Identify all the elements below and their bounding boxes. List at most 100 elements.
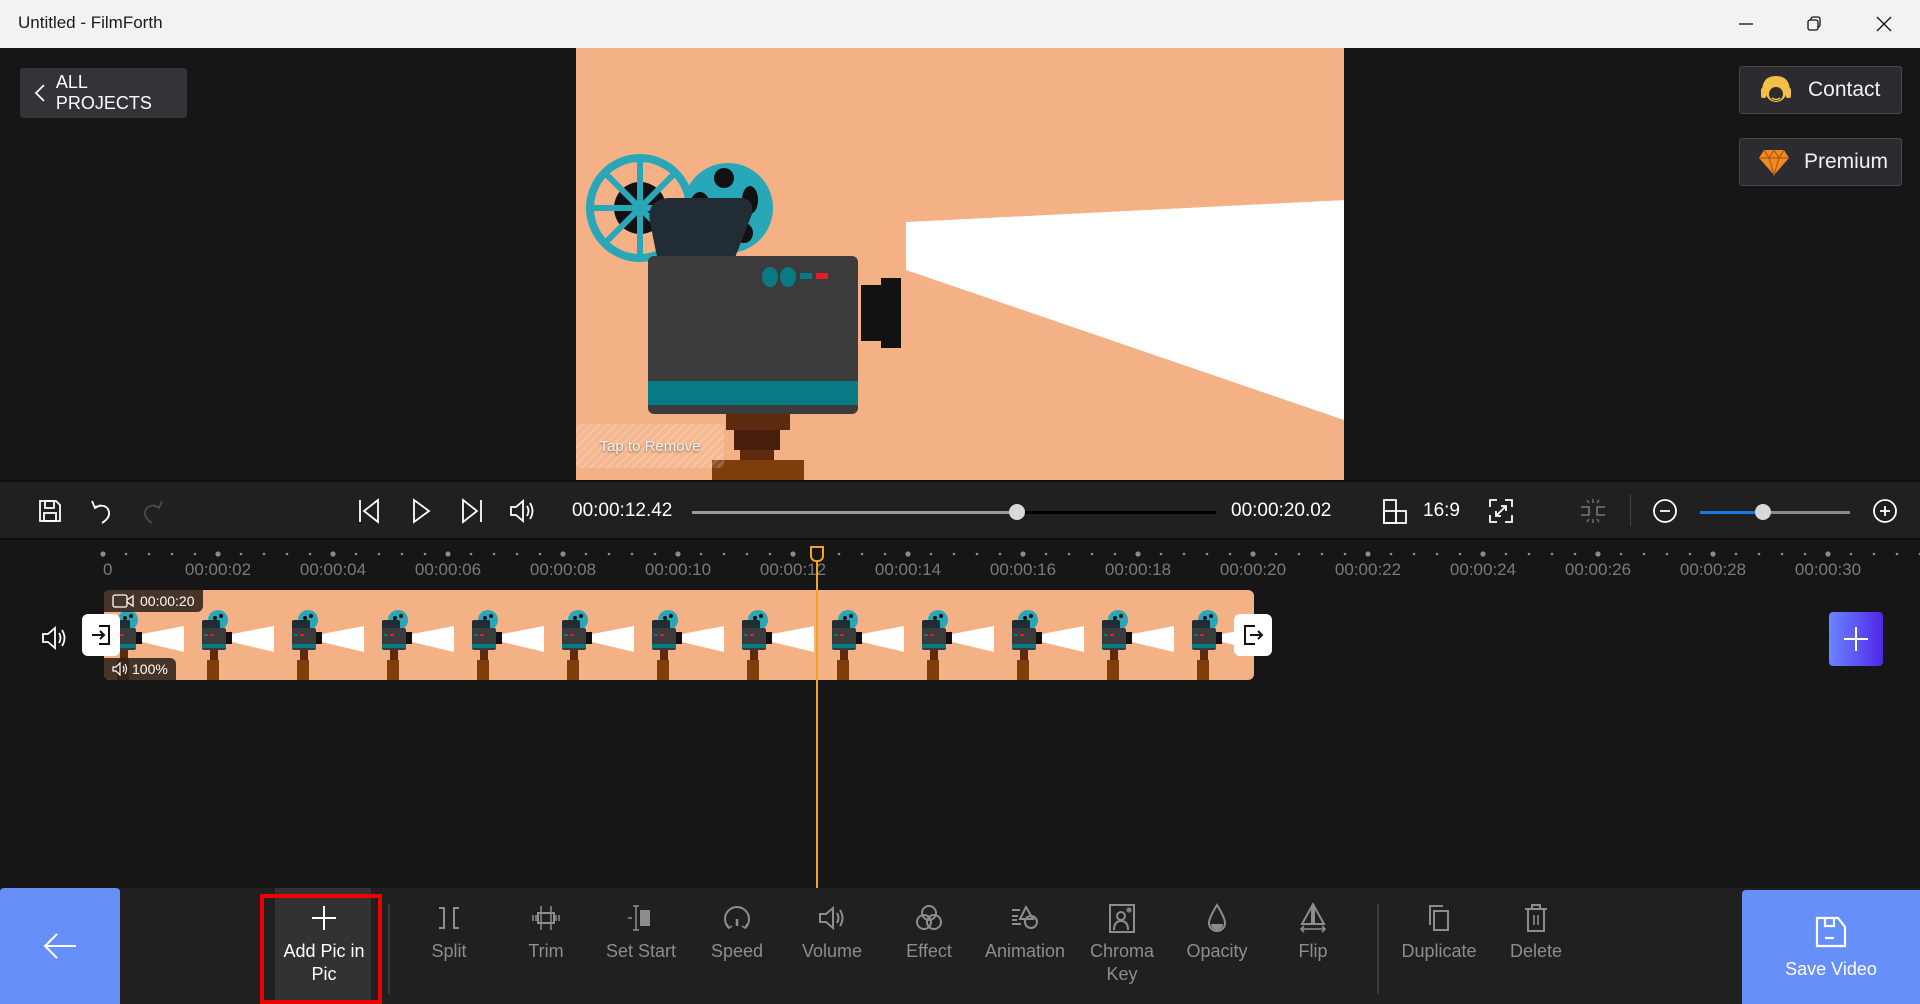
ruler-dot bbox=[538, 552, 542, 556]
clip-volume-badge: 100% bbox=[104, 658, 176, 680]
aspect-ratio-button[interactable] bbox=[1379, 496, 1409, 526]
ruler-dot bbox=[745, 552, 749, 556]
playhead-handle[interactable] bbox=[810, 546, 825, 562]
trash-icon bbox=[1525, 904, 1547, 932]
add-clip-button[interactable] bbox=[1829, 612, 1883, 666]
arrow-left-icon bbox=[43, 933, 76, 959]
plus-icon bbox=[1844, 627, 1868, 651]
clip-thumbnail bbox=[454, 590, 544, 680]
flip-icon bbox=[1299, 902, 1327, 933]
timeline-zoom-slider[interactable] bbox=[1700, 504, 1850, 520]
edit-toolbar: Add Pic in Pic Split Trim Set Start Speed Vol… bbox=[0, 888, 1920, 1004]
contact-button[interactable]: Contact bbox=[1739, 66, 1902, 114]
zoom-in-button[interactable] bbox=[1870, 496, 1900, 526]
ruler-dot bbox=[262, 552, 266, 556]
ruler-dot bbox=[998, 552, 1002, 556]
tool-opacity[interactable]: Opacity bbox=[1172, 902, 1262, 963]
ruler-dot bbox=[1710, 551, 1716, 557]
ruler-dot bbox=[423, 552, 427, 556]
video-preview[interactable]: Tap to Remove bbox=[576, 48, 1344, 480]
enter-bracket-icon bbox=[92, 625, 110, 645]
preview-stage: ALL PROJECTS Tap to Remove Contact Premi… bbox=[0, 48, 1920, 480]
skip-forward-button[interactable] bbox=[456, 496, 486, 526]
ruler-dot bbox=[1757, 552, 1761, 556]
ruler-dot bbox=[1849, 552, 1853, 556]
tick-label: 00:00:30 bbox=[1794, 560, 1862, 579]
playback-scrubber[interactable] bbox=[692, 504, 1216, 520]
tool-split[interactable]: Split bbox=[404, 902, 494, 963]
premium-button[interactable]: Premium bbox=[1739, 138, 1902, 186]
tool-add-pic-in-pic[interactable]: Add Pic in Pic bbox=[279, 902, 369, 986]
track-mute-button[interactable] bbox=[40, 624, 68, 652]
undo-button[interactable] bbox=[86, 496, 116, 526]
tool-flip[interactable]: Flip bbox=[1268, 902, 1358, 963]
tool-chroma-key[interactable]: Chroma Key bbox=[1077, 902, 1167, 986]
ruler-dot bbox=[952, 552, 956, 556]
ruler-dot bbox=[630, 552, 634, 556]
ruler-dot bbox=[1250, 551, 1256, 557]
redo-button[interactable] bbox=[138, 496, 168, 526]
premium-label: Premium bbox=[1804, 150, 1889, 173]
tool-effect[interactable]: Effect bbox=[884, 902, 974, 963]
tool-trim[interactable]: Trim bbox=[501, 902, 591, 963]
tool-duplicate[interactable]: Duplicate bbox=[1394, 902, 1484, 963]
skip-forward-icon bbox=[462, 498, 482, 524]
ruler-dot bbox=[1182, 552, 1186, 556]
clip-thumbnail bbox=[814, 590, 904, 680]
minimize-button[interactable] bbox=[1712, 0, 1780, 48]
fullscreen-button[interactable] bbox=[1486, 496, 1516, 526]
play-button[interactable] bbox=[406, 496, 436, 526]
clip-end-handle[interactable] bbox=[1234, 614, 1272, 656]
ruler-dot bbox=[147, 552, 151, 556]
save-project-button[interactable] bbox=[35, 496, 65, 526]
ruler-dot bbox=[560, 551, 566, 557]
tick-label: 00:00:06 bbox=[414, 560, 482, 579]
volume-button[interactable] bbox=[507, 496, 537, 526]
ruler-dot bbox=[860, 552, 864, 556]
save-video-button[interactable]: Save Video bbox=[1742, 890, 1920, 1004]
zoom-out-button[interactable] bbox=[1650, 496, 1680, 526]
ruler-dot bbox=[445, 551, 451, 557]
ruler-dot bbox=[1803, 552, 1807, 556]
tool-label: Flip bbox=[1298, 941, 1328, 961]
ruler-dot bbox=[193, 552, 197, 556]
zoom-in-icon bbox=[1873, 499, 1897, 523]
current-time: 00:00:12.42 bbox=[572, 500, 673, 521]
back-button[interactable] bbox=[0, 888, 120, 1004]
ruler-dot bbox=[1825, 551, 1831, 557]
skip-back-button[interactable] bbox=[355, 496, 385, 526]
timeline[interactable]: 0 00:00:02 00:00:04 00:00:06 00:00:08 00:00:1… bbox=[0, 540, 1920, 888]
ruler-dot bbox=[1205, 552, 1209, 556]
duplicate-icon bbox=[1429, 905, 1449, 931]
projector-stand bbox=[712, 460, 804, 480]
tool-volume[interactable]: Volume bbox=[787, 902, 877, 963]
tick-label: 00:00:14 bbox=[874, 560, 942, 579]
video-clip[interactable]: 00:00:20 100% bbox=[104, 590, 1254, 680]
timeline-ruler[interactable] bbox=[100, 551, 1920, 557]
tool-speed[interactable]: Speed bbox=[692, 902, 782, 963]
tool-set-start[interactable]: Set Start bbox=[596, 902, 686, 963]
light-beam bbox=[906, 200, 1344, 420]
aspect-ratio-label[interactable]: 16:9 bbox=[1423, 500, 1460, 522]
ruler-dot bbox=[929, 552, 933, 556]
scrubber-knob[interactable] bbox=[1008, 504, 1025, 520]
exit-bracket-icon bbox=[1244, 625, 1264, 645]
all-projects-button[interactable]: ALL PROJECTS bbox=[20, 68, 187, 118]
tool-animation[interactable]: Animation bbox=[980, 902, 1070, 963]
ruler-dot bbox=[400, 552, 404, 556]
ruler-dot bbox=[1734, 552, 1738, 556]
snap-button[interactable] bbox=[1578, 496, 1608, 526]
ruler-dot bbox=[330, 551, 336, 557]
animation-icon bbox=[1012, 904, 1038, 929]
tool-delete[interactable]: Delete bbox=[1491, 902, 1581, 963]
clip-duration-badge: 00:00:20 bbox=[104, 590, 203, 612]
clip-start-handle[interactable] bbox=[82, 614, 120, 656]
ruler-dot bbox=[1113, 552, 1117, 556]
skip-back-icon bbox=[359, 498, 379, 524]
tool-label: Effect bbox=[906, 941, 952, 961]
close-button[interactable] bbox=[1850, 0, 1918, 48]
zoom-slider-knob[interactable] bbox=[1755, 504, 1771, 520]
tap-to-remove-overlay[interactable]: Tap to Remove bbox=[576, 424, 724, 468]
restore-button[interactable] bbox=[1780, 0, 1848, 48]
ruler-dot bbox=[584, 552, 588, 556]
